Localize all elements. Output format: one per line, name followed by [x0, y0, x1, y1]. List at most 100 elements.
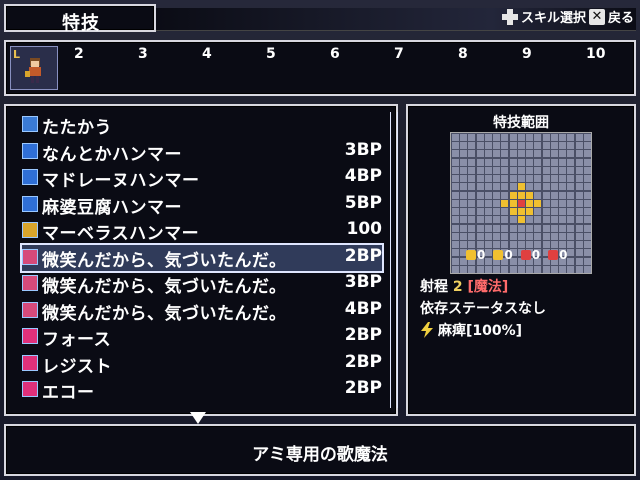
skill-row[interactable]: マーベラスハンマー 100	[22, 218, 382, 244]
skill-cost: 3BP	[344, 139, 382, 160]
skill-row[interactable]: フォース 2BP	[22, 324, 382, 350]
range-cell	[550, 134, 558, 141]
range-cell	[468, 166, 476, 174]
range-cell	[550, 158, 558, 166]
range-cell	[509, 183, 517, 191]
range-cell	[534, 224, 542, 232]
range-cell	[509, 142, 517, 150]
skill-name: 微笑んだから、気づいたんだ。	[42, 250, 287, 271]
character-slot[interactable]: L	[10, 46, 58, 90]
range-cell	[534, 265, 542, 273]
range-cell	[476, 142, 484, 150]
skill-cost: 4BP	[344, 298, 382, 319]
resist-item: 0	[466, 248, 485, 262]
range-cell	[476, 158, 484, 166]
skill-cost: 2BP	[344, 351, 382, 372]
range-cell	[493, 216, 501, 224]
range-cell	[517, 191, 525, 199]
skill-cost: 100	[346, 219, 383, 239]
level-number: 7	[394, 46, 404, 62]
range-cell	[550, 150, 558, 158]
skill-row[interactable]: 麻婆豆腐ハンマー 5BP	[22, 192, 382, 218]
range-cell	[559, 183, 567, 191]
range-cell	[460, 232, 468, 240]
range-cell	[559, 166, 567, 174]
range-cell	[567, 199, 575, 207]
range-cell	[517, 142, 525, 150]
range-cell	[583, 232, 591, 240]
range-cell	[575, 134, 583, 141]
skill-row[interactable]: 微笑んだから、気づいたんだ。 3BP	[22, 271, 382, 297]
range-cell	[452, 175, 459, 183]
range-cell	[583, 175, 591, 183]
range-cell	[484, 232, 492, 240]
hint-back[interactable]: 戻る	[608, 7, 634, 26]
scroll-down-arrow-icon[interactable]	[190, 412, 206, 424]
range-cell	[493, 241, 501, 249]
range-cell	[452, 150, 459, 158]
range-cell	[575, 183, 583, 191]
range-cell	[559, 150, 567, 158]
range-cell	[484, 150, 492, 158]
range-cell	[583, 257, 591, 265]
skill-row[interactable]: 微笑んだから、気づいたんだ。 2BP	[20, 242, 384, 273]
range-cell	[567, 191, 575, 199]
range-cell	[542, 175, 550, 183]
range-cell	[534, 175, 542, 183]
range-cell	[575, 191, 583, 199]
skill-row[interactable]: たたかう	[22, 112, 382, 138]
range-cell	[567, 142, 575, 150]
hammer-skill-icon	[22, 195, 38, 212]
skill-row[interactable]: 微笑んだから、気づいたんだ。 4BP	[22, 298, 382, 324]
range-cell	[517, 224, 525, 232]
range-cell	[460, 265, 468, 273]
range-cell	[509, 199, 517, 207]
range-cell	[452, 134, 459, 141]
range-cell	[559, 224, 567, 232]
range-cell	[567, 183, 575, 191]
range-cell	[542, 142, 550, 150]
range-cell	[484, 166, 492, 174]
range-cell	[484, 199, 492, 207]
level-number: 10	[586, 46, 606, 62]
range-cell	[567, 232, 575, 240]
range-cell	[534, 166, 542, 174]
skill-row[interactable]: なんとかハンマー 3BP	[22, 139, 382, 165]
skill-row[interactable]: レジスト 2BP	[22, 351, 382, 377]
range-cell	[509, 232, 517, 240]
range-title: 特技範囲	[493, 115, 549, 131]
range-cell	[501, 208, 509, 216]
range-cell	[484, 224, 492, 232]
range-cell	[559, 191, 567, 199]
range-cell	[476, 199, 484, 207]
skill-name: フォース	[42, 330, 112, 350]
skill-name: マーベラスハンマー	[42, 224, 200, 244]
resist-item: 0	[493, 248, 513, 262]
skill-row[interactable]: マドレーヌハンマー 4BP	[22, 165, 382, 191]
range-cell	[526, 241, 534, 249]
range-cell	[493, 224, 501, 232]
range-cell	[476, 216, 484, 224]
scrollbar[interactable]	[390, 112, 398, 408]
range-cell	[526, 224, 534, 232]
range-cell	[476, 191, 484, 199]
skill-row[interactable]: エコー 2BP	[22, 377, 382, 403]
range-cell	[501, 134, 509, 141]
range-cell	[468, 183, 476, 191]
range-cell	[583, 249, 591, 257]
vo-magic-icon	[22, 354, 38, 371]
resist-value: 0	[531, 248, 541, 262]
range-cell	[583, 150, 591, 158]
range-cell	[534, 199, 542, 207]
range-panel: 特技範囲 0 0 0 0 射程 2 [魔法] 依存ステータスなし 麻痺[100%]	[406, 104, 636, 416]
range-cell	[460, 216, 468, 224]
level-number: 4	[202, 46, 212, 62]
attack-icon	[22, 116, 38, 132]
range-cell	[452, 265, 459, 273]
resist-value: 0	[477, 248, 486, 262]
range-cell	[517, 183, 525, 191]
range-cell	[452, 232, 459, 240]
hammer-skill-icon	[22, 142, 38, 159]
range-cell	[452, 241, 459, 249]
range-cell	[517, 166, 525, 174]
